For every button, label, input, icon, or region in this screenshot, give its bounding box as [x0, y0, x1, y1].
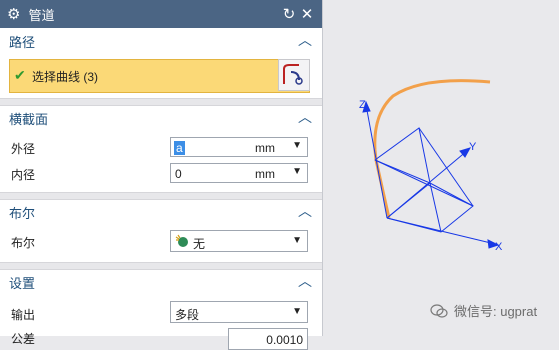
output-row: 输出 多段 ▼	[0, 298, 322, 328]
collapse-icon[interactable]: ︿	[298, 33, 312, 47]
inner-diameter-value: 0	[175, 167, 182, 181]
wireframe-edge	[374, 159, 474, 207]
outer-diameter-value: a	[174, 141, 185, 155]
divider	[0, 98, 322, 106]
tolerance-label: 公差	[11, 332, 36, 346]
watermark: 微信号: ugprat	[430, 301, 537, 320]
collapse-icon[interactable]: ︿	[298, 204, 312, 218]
section-settings-header[interactable]: 设置 ︿	[0, 270, 322, 294]
curve-select-button[interactable]	[278, 59, 310, 91]
outer-diameter-unit: mm	[255, 141, 275, 155]
select-curve-label: 选择曲线 (3)	[32, 70, 99, 84]
boolean-select[interactable]: 无 ▼	[170, 230, 308, 252]
section-settings-title: 设置	[9, 275, 36, 291]
coordinate-triad	[362, 100, 500, 249]
chevron-down-icon[interactable]: ▼	[292, 166, 302, 177]
x-axis-label: X	[495, 241, 503, 253]
section-cross-header[interactable]: 横截面 ︿	[0, 106, 322, 130]
outer-diameter-field[interactable]: a mm ▼	[170, 137, 308, 157]
divider	[0, 192, 322, 200]
output-label: 输出	[11, 308, 36, 322]
tolerance-row: 公差 0.0010	[0, 328, 322, 350]
boolean-none-icon	[175, 234, 188, 247]
section-boolean-title: 布尔	[9, 205, 36, 221]
divider	[0, 262, 322, 270]
gear-icon: ⚙	[7, 5, 21, 23]
boolean-label: 布尔	[11, 236, 36, 250]
collapse-icon[interactable]: ︿	[298, 274, 312, 288]
outer-diameter-label: 外径	[11, 142, 36, 156]
wireframe-edge	[374, 159, 474, 233]
graphics-viewport[interactable]: Z Y X	[323, 0, 559, 336]
inner-diameter-row: 内径 0 mm ▼	[0, 160, 322, 186]
checkmark-icon: ✔	[14, 67, 26, 83]
boolean-value: 无	[193, 237, 206, 251]
z-axis-label: Z	[359, 99, 366, 111]
dialog-titlebar[interactable]: ⚙ 管道 ↻ ✕	[0, 0, 322, 28]
section-cross-title: 横截面	[9, 111, 49, 127]
inner-diameter-label: 内径	[11, 168, 36, 182]
reset-icon[interactable]: ↻	[280, 5, 298, 23]
chevron-down-icon[interactable]: ▼	[292, 235, 302, 246]
chevron-down-icon[interactable]: ▼	[292, 140, 302, 151]
select-curve-row[interactable]: ✔ 选择曲线 (3)	[9, 59, 310, 93]
inner-diameter-unit: mm	[255, 167, 275, 181]
dialog-title: 管道	[28, 7, 55, 23]
section-path-title: 路径	[9, 34, 36, 50]
output-select[interactable]: 多段 ▼	[170, 301, 308, 323]
section-boolean-header[interactable]: 布尔 ︿	[0, 200, 322, 224]
output-value: 多段	[175, 308, 200, 322]
tolerance-value: 0.0010	[266, 333, 303, 347]
wechat-icon	[430, 303, 448, 318]
section-path-header[interactable]: 路径 ︿	[0, 29, 322, 53]
outer-diameter-row: 外径 a mm ▼	[0, 134, 322, 160]
chevron-down-icon[interactable]: ▼	[292, 306, 302, 317]
curve-icon	[283, 64, 303, 85]
boolean-row: 布尔 无 ▼	[0, 226, 322, 258]
close-icon[interactable]: ✕	[298, 5, 316, 23]
collapse-icon[interactable]: ︿	[298, 110, 312, 124]
y-axis-label: Y	[469, 141, 477, 153]
inner-diameter-field[interactable]: 0 mm ▼	[170, 163, 308, 183]
tolerance-field[interactable]: 0.0010	[228, 328, 308, 350]
pipe-dialog: ⚙ 管道 ↻ ✕ 路径 ︿ ✔ 选择曲线 (3) 横截面 ︿ 外径 a mm ▼…	[0, 0, 323, 350]
watermark-text: 微信号: ugprat	[454, 304, 538, 319]
